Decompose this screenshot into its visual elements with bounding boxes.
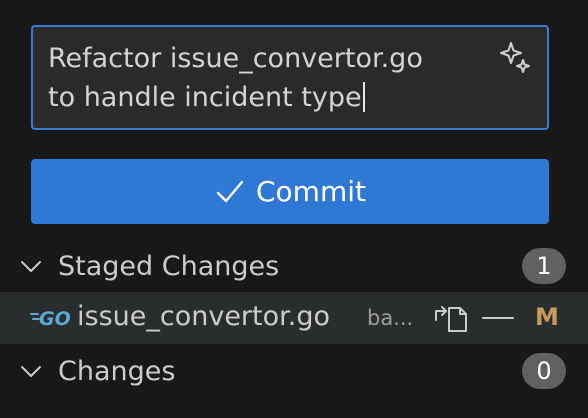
unstage-icon[interactable] <box>480 302 516 334</box>
source-control-panel: Refactor issue_convertor.go to handle in… <box>0 0 588 418</box>
check-icon <box>216 180 244 202</box>
chevron-down-icon[interactable] <box>18 253 44 279</box>
commit-message-input[interactable]: Refactor issue_convertor.go to handle in… <box>31 25 549 130</box>
modified-status-badge: M <box>535 303 559 331</box>
chevron-down-icon[interactable] <box>18 358 44 384</box>
commit-button-label: Commit <box>256 175 366 208</box>
commit-message-text[interactable]: Refactor issue_convertor.go to handle in… <box>48 39 488 117</box>
svg-text:GO: GO <box>39 308 70 330</box>
text-cursor <box>362 82 365 112</box>
staged-changes-label: Staged Changes <box>58 250 280 282</box>
file-directory: ba... <box>367 306 414 330</box>
sparkle-icon[interactable] <box>497 39 533 75</box>
commit-button[interactable]: Commit <box>31 159 549 224</box>
changes-count-badge: 0 <box>522 353 566 389</box>
staged-file-row[interactable]: GO issue_convertor.go ba... M <box>0 292 588 344</box>
go-file-icon: GO <box>30 308 70 330</box>
changes-label: Changes <box>58 355 176 387</box>
staged-changes-header[interactable]: Staged Changes 1 <box>0 240 588 292</box>
staged-count-badge: 1 <box>522 248 566 284</box>
open-file-icon[interactable] <box>432 302 470 334</box>
changes-header[interactable]: Changes 0 <box>0 345 588 397</box>
file-name[interactable]: issue_convertor.go <box>77 301 330 332</box>
